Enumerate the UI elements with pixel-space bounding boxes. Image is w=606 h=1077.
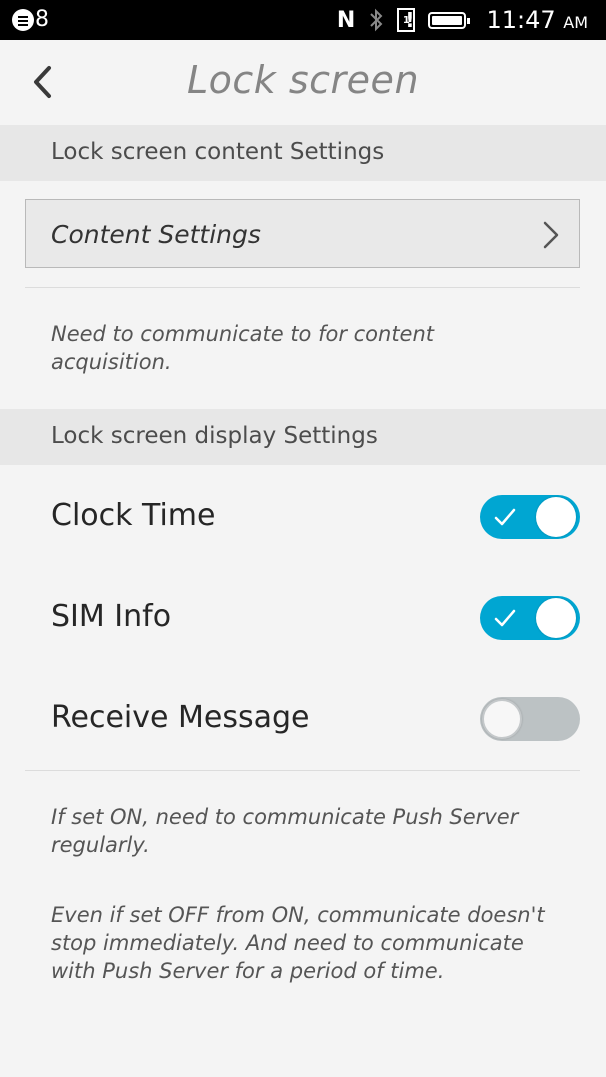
content-settings-button[interactable]: Content Settings bbox=[25, 199, 580, 268]
header: Lock screen bbox=[0, 40, 606, 126]
divider bbox=[25, 287, 580, 288]
clock-time: 11:47 bbox=[486, 6, 556, 34]
clock-ampm: AM bbox=[563, 13, 588, 32]
sim-info-toggle[interactable] bbox=[480, 596, 580, 640]
receive-message-label: Receive Message bbox=[51, 700, 310, 735]
status-bar: 8 N 1! 11:47 AM bbox=[0, 0, 606, 40]
page-title: Lock screen bbox=[186, 58, 420, 102]
clock-time-toggle[interactable] bbox=[480, 495, 580, 539]
bluetooth-icon bbox=[369, 8, 383, 32]
toggle-knob bbox=[482, 699, 522, 739]
notification-indicator[interactable]: 8 bbox=[12, 7, 49, 33]
push-server-note: If set ON, need to communicate Push Serv… bbox=[51, 805, 519, 857]
check-icon bbox=[494, 609, 516, 627]
section-header-display: Lock screen display Settings bbox=[0, 409, 606, 465]
toggle-knob bbox=[536, 497, 576, 537]
chevron-right-icon bbox=[543, 221, 559, 249]
sim-info-row: SIM Info bbox=[0, 583, 606, 653]
check-icon bbox=[494, 508, 516, 526]
notification-icon bbox=[12, 9, 34, 31]
nfc-icon: N bbox=[336, 7, 356, 33]
notification-count: 8 bbox=[35, 7, 49, 32]
push-server-off-note: Even if set OFF from ON, communicate doe… bbox=[51, 903, 545, 983]
status-clock: 11:47 AM bbox=[486, 6, 588, 34]
clock-time-label: Clock Time bbox=[51, 498, 216, 533]
toggle-knob bbox=[536, 598, 576, 638]
receive-message-toggle[interactable] bbox=[480, 697, 580, 741]
content-note: Need to communicate to for content acqui… bbox=[51, 322, 435, 374]
receive-message-row: Receive Message bbox=[0, 684, 606, 754]
sim-icon: 1! bbox=[397, 8, 416, 32]
section-title-display: Lock screen display Settings bbox=[51, 423, 378, 449]
content-settings-label: Content Settings bbox=[51, 220, 261, 249]
clock-time-row: Clock Time bbox=[0, 482, 606, 552]
section-title-content: Lock screen content Settings bbox=[51, 139, 385, 165]
sim-info-label: SIM Info bbox=[51, 599, 172, 634]
divider bbox=[25, 770, 580, 771]
battery-icon bbox=[428, 11, 471, 29]
section-header-content: Lock screen content Settings bbox=[0, 125, 606, 181]
